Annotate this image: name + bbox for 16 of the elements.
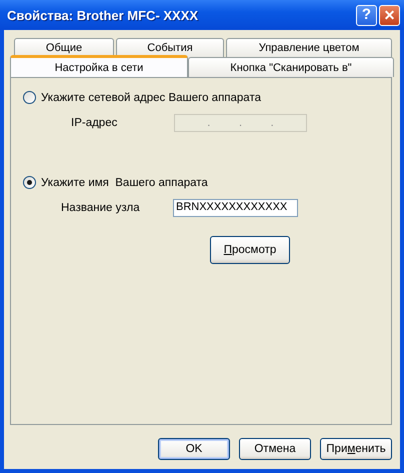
tab[interactable]: События	[116, 38, 224, 57]
field-label: Название узла	[60, 202, 141, 214]
browse-button[interactable]: Просмотр	[210, 236, 290, 264]
host-name-field[interactable]: BRNXXXXXXXXXXXX	[173, 199, 298, 217]
help-button[interactable]: ?	[356, 4, 377, 26]
tab[interactable]: Управление цветом	[226, 38, 392, 57]
radio-label[interactable]: Укажите имя Вашего аппарата	[41, 176, 208, 188]
apply-button[interactable]: Применить	[320, 438, 392, 460]
field-label: IP-адрес	[70, 117, 118, 129]
ok-button[interactable]: OK	[158, 438, 230, 460]
close-button[interactable]: ×	[379, 4, 400, 26]
tab[interactable]: Настройка в сети	[10, 55, 188, 77]
tab[interactable]: Кнопка "Сканировать в"	[188, 57, 394, 77]
radio-button[interactable]	[23, 176, 36, 189]
window-title: Свойства: Brother MFC- XXXX	[7, 8, 200, 22]
cancel-button[interactable]: Отмена	[239, 438, 311, 460]
